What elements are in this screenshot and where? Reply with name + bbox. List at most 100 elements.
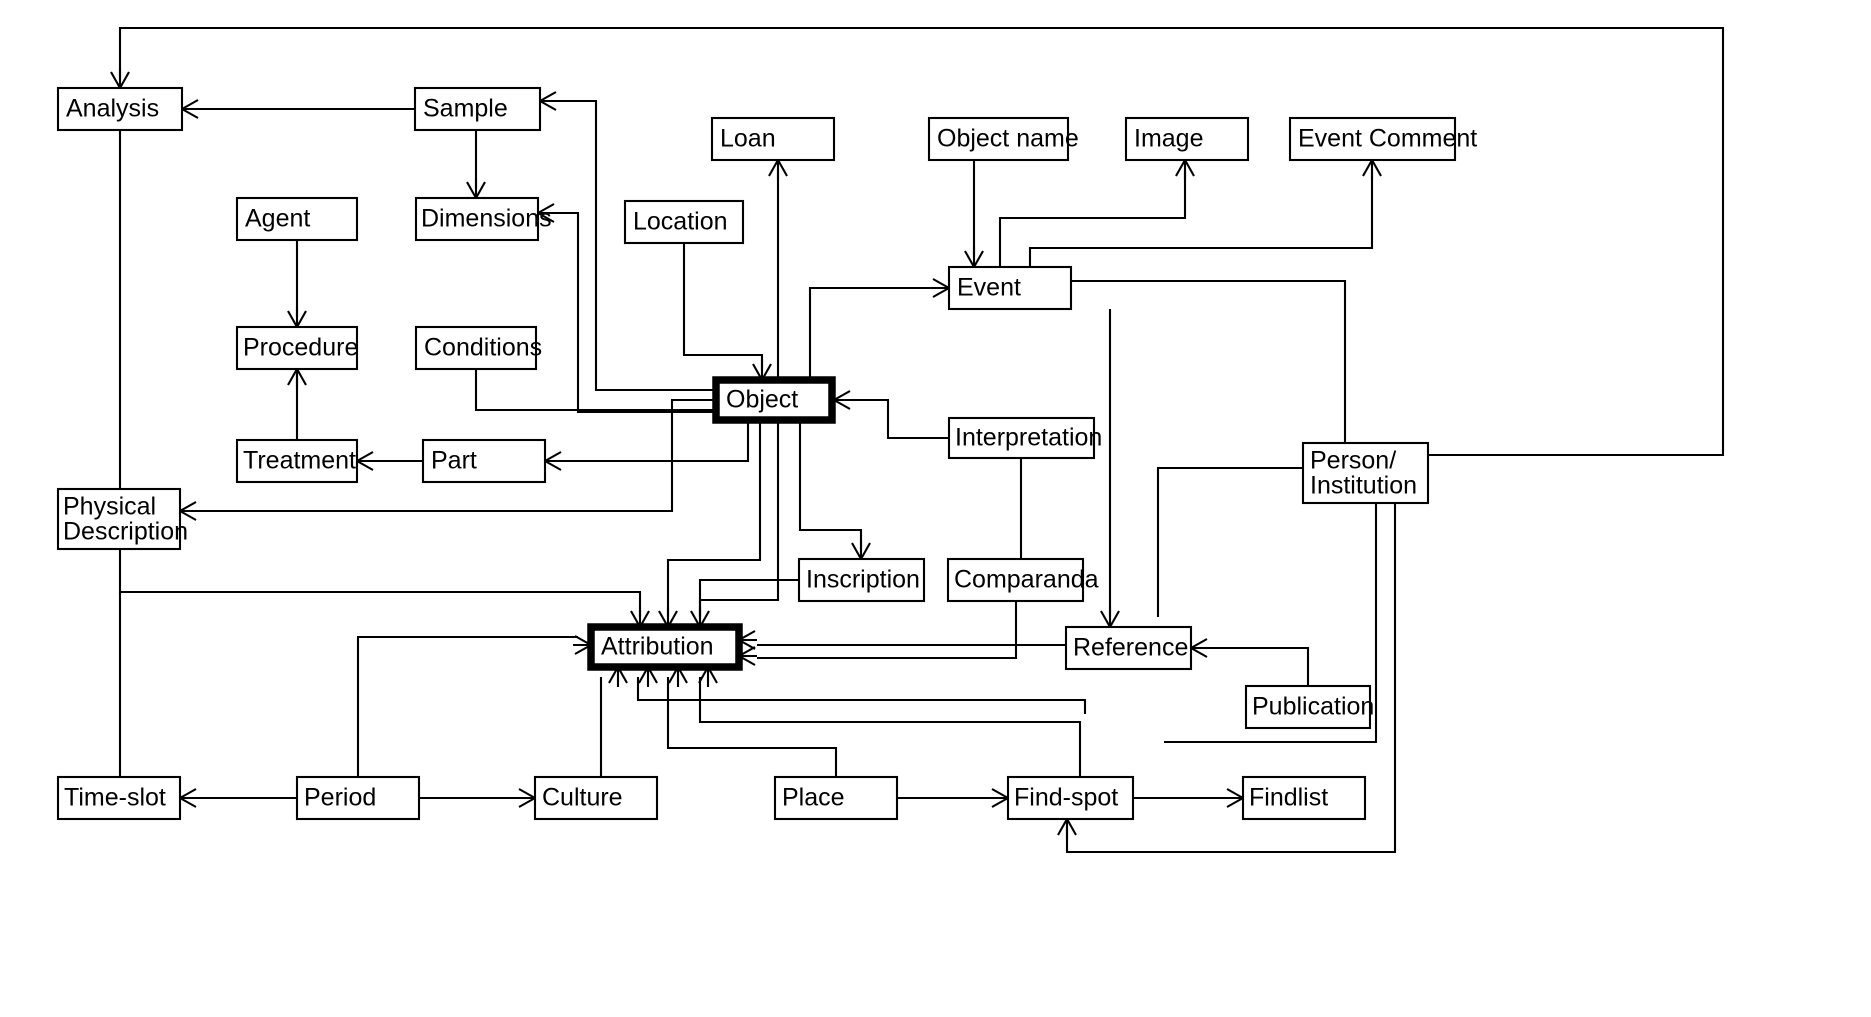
edge-comparanda-attribution (757, 601, 1018, 660)
entity-interpretation-label: Interpretation (955, 424, 1102, 452)
edge-layer (118, 26, 1725, 854)
entity-physical-description[interactable]: Physical Description (56, 487, 188, 551)
crowsfoot-event-comment-bottom (1362, 159, 1382, 180)
edge-object-event (808, 286, 935, 380)
entity-place[interactable]: Place (773, 775, 899, 821)
crowsfoot-find-spot-left (990, 788, 1009, 808)
edge-physical-description-attribution (118, 549, 642, 617)
entity-image-label: Image (1134, 125, 1203, 153)
entity-reference[interactable]: Reference (1064, 625, 1193, 671)
entity-layer: Analysis Sample Loan Object name Image E… (56, 86, 1477, 821)
entity-analysis[interactable]: Analysis (56, 86, 184, 132)
crowsfoot-procedure-top (287, 307, 307, 328)
entity-part-label: Part (431, 447, 477, 475)
edge-find-spot-attribution (698, 677, 1082, 777)
edge-location-object (682, 243, 764, 370)
entity-loan[interactable]: Loan (710, 116, 836, 162)
edge-inscription-attribution (698, 578, 799, 617)
entity-treatment[interactable]: Treatment (235, 438, 359, 484)
entity-object-name[interactable]: Object name (927, 116, 1079, 162)
crowsfoot-sample-right (539, 91, 558, 111)
entity-location-label: Location (633, 208, 728, 236)
edge-object-attribution-a (666, 420, 762, 617)
entity-sample[interactable]: Sample (413, 86, 542, 132)
entity-agent[interactable]: Agent (235, 196, 359, 242)
entity-time-slot-label: Time-slot (64, 784, 166, 812)
entity-find-spot[interactable]: Find-spot (1006, 775, 1135, 821)
crowsfoot-analysis-top (110, 68, 130, 89)
entity-person-institution-label-line2: Institution (1310, 472, 1417, 500)
entity-dimensions[interactable]: Dimensions (414, 196, 552, 242)
entity-culture-label: Culture (542, 784, 623, 812)
entity-event-label: Event (957, 274, 1021, 302)
crowsfoot-culture-left (517, 788, 536, 808)
entity-findlist-label: Findlist (1249, 784, 1328, 812)
crowsfoot-treatment-right (356, 451, 375, 471)
crowsfoot-procedure-bottom (287, 368, 307, 389)
crowsfoot-time-slot-right (179, 788, 198, 808)
entity-object[interactable]: Object (712, 376, 836, 424)
entity-culture[interactable]: Culture (533, 775, 659, 821)
entity-inscription-label: Inscription (806, 566, 920, 594)
crowsfoot-reference-top (1100, 607, 1120, 628)
crowsfoot-image-bottom (1175, 159, 1195, 180)
entity-attribution-label: Attribution (601, 633, 714, 661)
entity-comparanda-label: Comparanda (954, 566, 1099, 594)
entity-findlist[interactable]: Findlist (1241, 775, 1367, 821)
entity-period[interactable]: Period (295, 775, 421, 821)
entity-place-label: Place (782, 784, 845, 812)
entity-attribution[interactable]: Attribution (587, 623, 743, 671)
entity-person-institution-label-line1: Person/ (1310, 447, 1396, 475)
crowsfoot-event-left (931, 278, 950, 298)
edge-object-interpretation (846, 398, 949, 440)
crowsfoot-dimensions-top (466, 178, 486, 199)
entity-time-slot[interactable]: Time-slot (56, 775, 182, 821)
entity-sample-label: Sample (423, 95, 508, 123)
crowsfoot-inscription-top (851, 539, 871, 560)
entity-analysis-label: Analysis (66, 95, 159, 123)
edge-image-event (998, 170, 1187, 267)
er-diagram-canvas: Analysis Sample Loan Object name Image E… (0, 0, 1871, 1017)
entity-person-institution[interactable]: Person/ Institution (1301, 441, 1430, 505)
entity-procedure[interactable]: Procedure (235, 325, 358, 371)
entity-image[interactable]: Image (1124, 116, 1250, 162)
er-diagram-svg: Analysis Sample Loan Object name Image E… (56, 26, 1725, 854)
crowsfoot-part-right (544, 451, 563, 471)
entity-event-comment[interactable]: Event Comment (1288, 116, 1477, 162)
entity-reference-label: Reference (1073, 634, 1188, 662)
entity-physical-description-label-line1: Physical (63, 493, 156, 521)
edge-object-attribution-b (698, 420, 780, 617)
entity-interpretation[interactable]: Interpretation (947, 416, 1102, 460)
entity-part[interactable]: Part (421, 438, 547, 484)
edge-person-institution-analysis (118, 26, 1725, 457)
edge-period-attribution (356, 635, 578, 777)
crowsfoot-object-right (833, 390, 852, 410)
entity-treatment-label: Treatment (243, 447, 356, 475)
edge-place-attribution (666, 677, 838, 777)
entity-find-spot-label: Find-spot (1014, 784, 1118, 812)
entity-agent-label: Agent (245, 205, 310, 233)
crowsfoot-event-top (964, 247, 984, 268)
entity-event[interactable]: Event (947, 265, 1073, 311)
crowsfoot-analysis-right (181, 99, 200, 119)
entity-object-name-label: Object name (937, 125, 1079, 153)
entity-location[interactable]: Location (623, 199, 745, 245)
entity-publication[interactable]: Publication (1244, 684, 1374, 730)
edge-object-inscription (798, 420, 863, 549)
crowsfoot-loan-bottom (768, 159, 788, 180)
edge-reference-publication (1205, 646, 1310, 686)
edge-event-person-institution (1071, 279, 1347, 443)
entity-publication-label: Publication (1252, 693, 1374, 721)
entity-dimensions-label: Dimensions (421, 205, 552, 233)
crowsfoot-find-spot-bottom (1057, 818, 1077, 839)
entity-procedure-label: Procedure (243, 334, 358, 362)
crowsfoot-reference-right (1190, 638, 1209, 658)
entity-comparanda[interactable]: Comparanda (946, 557, 1099, 603)
entity-period-label: Period (304, 784, 376, 812)
entity-physical-description-label-line2: Description (63, 518, 188, 546)
entity-inscription[interactable]: Inscription (797, 557, 926, 603)
entity-loan-label: Loan (720, 125, 776, 153)
entity-event-comment-label: Event Comment (1298, 125, 1477, 153)
entity-conditions-label: Conditions (424, 334, 542, 362)
entity-conditions[interactable]: Conditions (414, 325, 542, 371)
